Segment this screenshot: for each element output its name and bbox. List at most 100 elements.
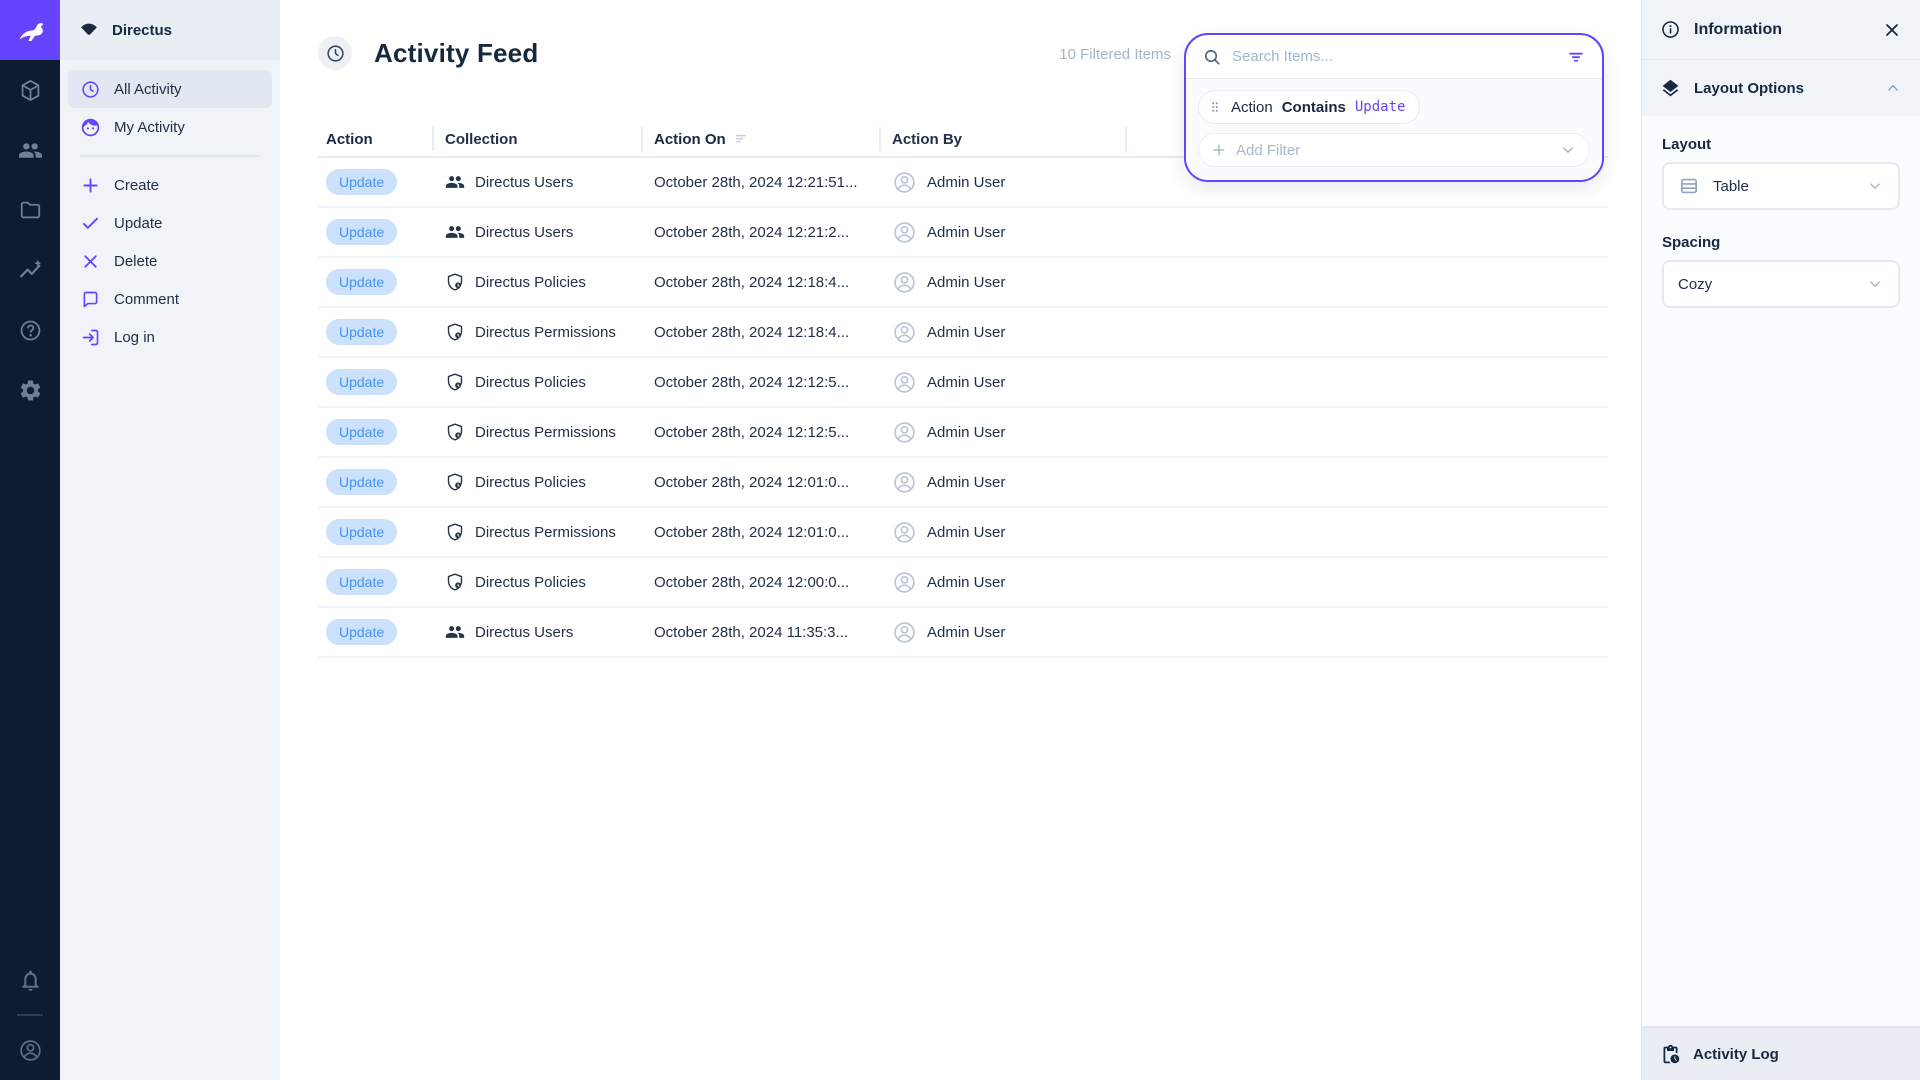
action-on-label: October 28th, 2024 12:01:0... [641,474,879,491]
directus-rabbit-icon [13,13,47,47]
sidebar-item-label: Delete [114,253,157,270]
action-by-label: Admin User [927,524,1005,541]
activity-table: Action Collection Action On Action By Up… [318,122,1608,658]
action-on-label: October 28th, 2024 12:18:4... [641,324,879,341]
collections-icon [18,78,43,103]
action-badge: Update [326,569,397,595]
table-row[interactable]: Update Directus Policies October 28th, 2… [318,258,1608,308]
chevron-down-icon [1559,141,1577,159]
collection-label: Directus Permissions [475,524,616,541]
module-bar [0,0,60,1080]
spacing-value: Cozy [1678,276,1853,293]
layout-value: Table [1713,178,1853,195]
directus-logo[interactable] [0,0,60,60]
notifications-button[interactable] [0,950,60,1010]
action-by-label: Admin User [927,224,1005,241]
avatar-icon [892,520,917,545]
action-by-label: Admin User [927,474,1005,491]
collection-label: Directus Policies [475,574,586,591]
table-row[interactable]: Update Directus Permissions October 28th… [318,308,1608,358]
table-row[interactable]: Update Directus Users October 28th, 2024… [318,208,1608,258]
search-input[interactable] [1232,48,1556,65]
action-on-label: October 28th, 2024 11:35:3... [641,624,879,641]
drag-handle-icon[interactable] [1208,100,1222,114]
table-row[interactable]: Update Directus Permissions October 28th… [318,508,1608,558]
sidebar-item-all-activity[interactable]: All Activity [68,70,272,108]
plus-icon [1211,142,1227,158]
sidebar-item-login[interactable]: Log in [68,318,272,356]
close-icon [80,251,101,272]
sidebar-item-my-activity[interactable]: My Activity [68,108,272,146]
sidebar-item-create[interactable]: Create [68,166,272,204]
info-panel: Information Layout Options Layout Table … [1641,0,1920,1080]
table-row[interactable]: Update Directus Policies October 28th, 2… [318,358,1608,408]
add-filter-button[interactable]: Add Filter [1198,133,1590,167]
avatar-icon [892,270,917,295]
collection-icon [445,322,465,342]
sidebar-item-comment[interactable]: Comment [68,280,272,318]
activity-log-label: Activity Log [1693,1046,1779,1063]
layout-options-label: Layout Options [1694,80,1871,97]
column-label: Action By [892,131,962,148]
module-content-button[interactable] [0,60,60,120]
activity-clock-icon [318,36,352,70]
action-badge: Update [326,619,397,645]
activity-log-button[interactable]: Activity Log [1642,1026,1920,1080]
action-by-label: Admin User [927,324,1005,341]
table-row[interactable]: Update Directus Policies October 28th, 2… [318,558,1608,608]
table-rows-icon [1678,175,1700,197]
table-row[interactable]: Update Directus Permissions October 28th… [318,408,1608,458]
project-header[interactable]: Directus [60,0,280,60]
action-badge: Update [326,419,397,445]
chevron-down-icon [1866,275,1884,293]
action-on-label: October 28th, 2024 12:21:2... [641,224,879,241]
sidebar-item-update[interactable]: Update [68,204,272,242]
avatar-icon [892,570,917,595]
action-by-label: Admin User [927,574,1005,591]
clock-icon [80,79,101,100]
table-row[interactable]: Update Directus Users October 28th, 2024… [318,608,1608,658]
collection-icon [445,622,465,642]
sort-icon[interactable] [734,131,750,147]
login-icon [80,327,101,348]
column-header-action-on[interactable]: Action On [641,131,879,148]
nav-sidebar: Directus All Activity My Activity Create… [60,0,280,1080]
account-button[interactable] [0,1020,60,1080]
module-insights-button[interactable] [0,240,60,300]
collection-label: Directus Policies [475,374,586,391]
filter-operator[interactable]: Contains [1282,99,1346,116]
action-on-label: October 28th, 2024 12:18:4... [641,274,879,291]
filter-value[interactable]: Update [1355,99,1406,115]
layout-select[interactable]: Table [1662,162,1900,210]
module-help-button[interactable] [0,300,60,360]
sidebar-item-label: Log in [114,329,155,346]
sidebar-item-label: Update [114,215,162,232]
sidebar-item-delete[interactable]: Delete [68,242,272,280]
collection-label: Directus Users [475,624,573,641]
project-name: Directus [112,22,172,39]
module-settings-button[interactable] [0,360,60,420]
module-files-button[interactable] [0,180,60,240]
avatar-icon [892,320,917,345]
filter-field: Action [1231,99,1273,116]
avatar-icon [892,470,917,495]
close-icon[interactable] [1882,20,1902,40]
module-users-button[interactable] [0,120,60,180]
column-header-collection[interactable]: Collection [432,131,641,148]
filter-icon[interactable] [1566,47,1586,67]
filter-rule[interactable]: Action Contains Update [1198,90,1420,124]
action-on-label: October 28th, 2024 12:21:51... [641,174,879,191]
project-icon [78,19,100,41]
account-icon [18,1038,43,1063]
collection-label: Directus Permissions [475,424,616,441]
action-on-label: October 28th, 2024 12:12:5... [641,424,879,441]
spacing-select[interactable]: Cozy [1662,260,1900,308]
layout-options-header[interactable]: Layout Options [1642,60,1920,116]
column-header-action[interactable]: Action [318,131,432,148]
search-icon [1202,47,1222,67]
sidebar-item-label: Create [114,177,159,194]
table-row[interactable]: Update Directus Policies October 28th, 2… [318,458,1608,508]
column-label: Action On [654,131,726,148]
column-header-action-by[interactable]: Action By [879,131,1125,148]
collection-icon [445,472,465,492]
